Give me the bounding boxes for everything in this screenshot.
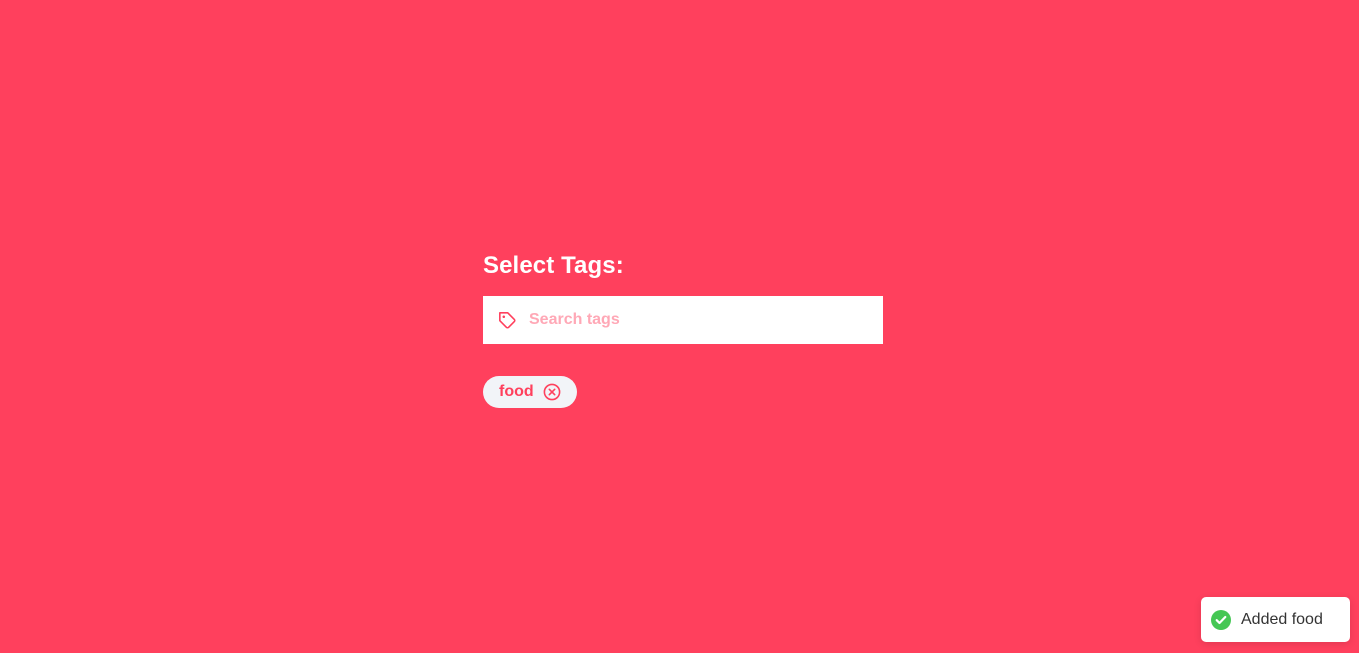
select-tags-title: Select Tags:: [483, 252, 624, 279]
toast-message: Added food: [1241, 610, 1323, 628]
tag-selector: Select Tags: food: [483, 250, 883, 408]
tag-chip-food: food: [483, 376, 577, 408]
tag-chip-label: food: [499, 383, 534, 400]
toast-notification: Added food: [1201, 597, 1350, 642]
selected-tags-list: food: [483, 376, 883, 408]
tag-icon: [498, 311, 517, 330]
search-input[interactable]: [529, 296, 869, 344]
tag-search-box[interactable]: [483, 296, 883, 344]
close-circle-icon[interactable]: [543, 383, 561, 401]
check-circle-icon: [1211, 609, 1231, 630]
